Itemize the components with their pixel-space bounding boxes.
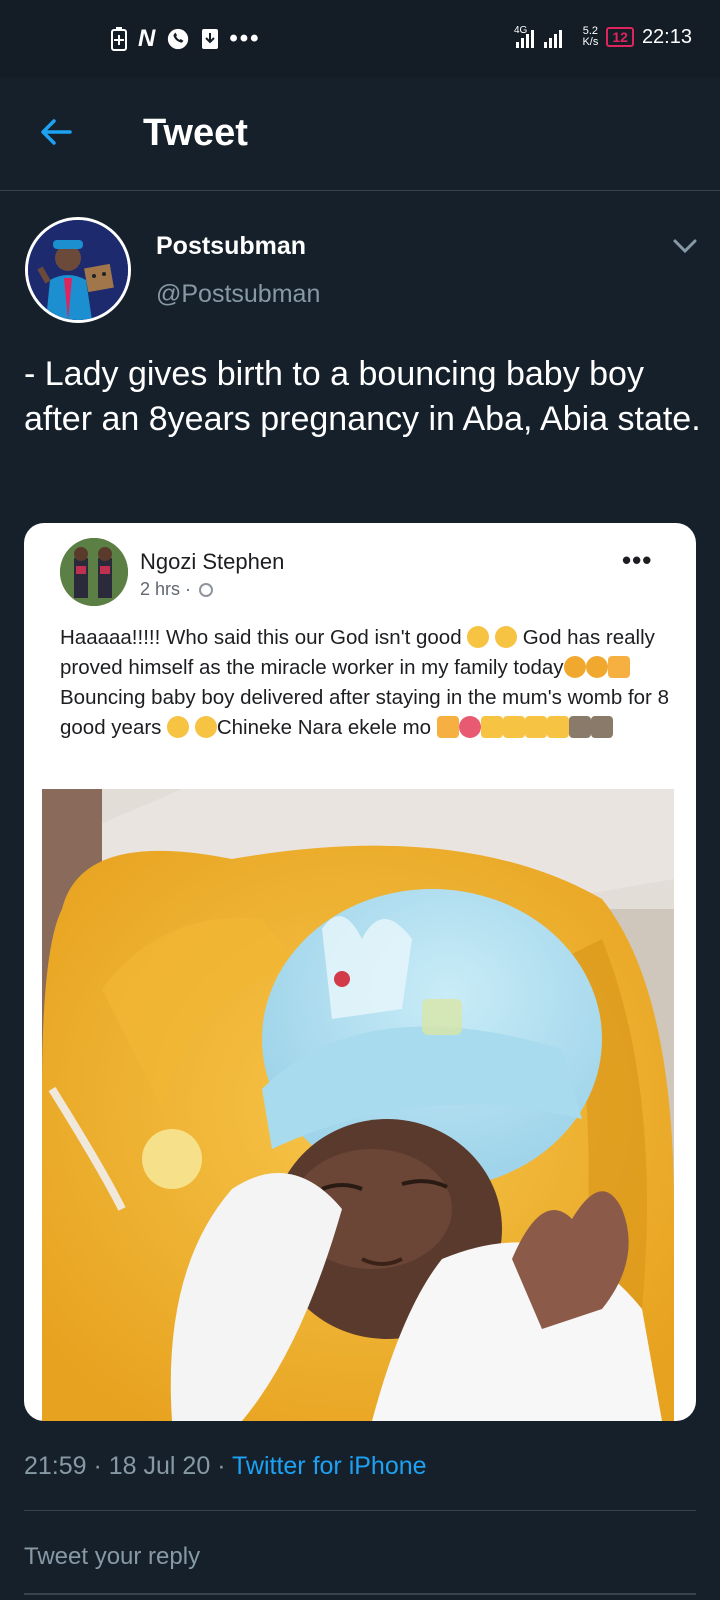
dancer-emoji-icon xyxy=(568,716,591,738)
app-n-icon: N xyxy=(138,25,156,52)
tweet-meta: 21:59 · 18 Jul 20 · Twitter for iPhone xyxy=(24,1452,427,1481)
raised-hands-emoji-icon xyxy=(502,716,525,738)
reply-input[interactable] xyxy=(24,1539,696,1575)
weary-face-emoji-icon xyxy=(495,626,518,648)
signal-icon: 4G xyxy=(514,25,563,48)
system-status: 4G 5.2 K/s 12 22:13 xyxy=(514,24,692,50)
raised-hands-emoji-icon xyxy=(546,716,569,738)
praying-hands-emoji-icon xyxy=(607,656,630,678)
crying-face-emoji-icon xyxy=(585,656,608,678)
embedded-image-card[interactable]: Ngozi Stephen 2 hrs · ••• Haaaaa!!!!! Wh… xyxy=(24,523,696,1421)
reply-bar xyxy=(0,1511,720,1600)
battery-indicator: 12 xyxy=(606,27,634,47)
tweet-source-link[interactable]: Twitter for iPhone xyxy=(232,1452,427,1480)
crying-face-emoji-icon xyxy=(563,656,586,678)
chevron-down-icon[interactable] xyxy=(672,236,698,256)
worried-face-emoji-icon xyxy=(167,716,190,738)
download-icon xyxy=(202,29,219,49)
baby-photo[interactable] xyxy=(42,789,674,1421)
whatsapp-icon xyxy=(168,28,189,50)
author-handle[interactable]: @Postsubman xyxy=(156,280,320,309)
notification-icons: N ••• xyxy=(110,27,261,51)
more-notifications-icon: ••• xyxy=(229,25,261,52)
globe-icon xyxy=(199,583,214,598)
raised-hands-emoji-icon xyxy=(524,716,547,738)
tweet-text: - Lady gives birth to a bouncing baby bo… xyxy=(24,355,701,438)
post-more-icon: ••• xyxy=(622,545,653,575)
top-app-bar: Tweet xyxy=(0,78,720,191)
pleading-face-emoji-icon xyxy=(467,626,490,648)
svg-text:4G: 4G xyxy=(514,25,528,36)
status-bar: N ••• 4G 5.2 K/s 12 22:13 xyxy=(0,0,720,78)
network-speed: 5.2 K/s xyxy=(582,25,599,48)
clock: 22:13 xyxy=(641,25,692,48)
dancer-emoji-icon xyxy=(590,716,613,738)
post-avatar xyxy=(60,538,128,606)
post-author-name: Ngozi Stephen xyxy=(140,549,285,574)
tweet-timestamp: 21:59 · 18 Jul 20 · xyxy=(24,1452,233,1480)
smiling-hearts-emoji-icon xyxy=(458,716,481,738)
battery-saver-icon xyxy=(111,27,127,51)
arrow-left-icon[interactable] xyxy=(32,108,80,156)
post-text: Haaaaa!!!!! Who said this our God isn't … xyxy=(60,626,669,739)
raised-hands-emoji-icon xyxy=(480,716,503,738)
avatar[interactable] xyxy=(25,217,131,323)
post-time: 2 hrs · xyxy=(140,579,214,600)
reply-underline xyxy=(24,1593,696,1595)
relieved-face-emoji-icon xyxy=(194,716,217,738)
page-title: Tweet xyxy=(143,112,248,154)
author-name[interactable]: Postsubman xyxy=(156,232,306,261)
praying-hands-emoji-icon xyxy=(436,716,459,738)
